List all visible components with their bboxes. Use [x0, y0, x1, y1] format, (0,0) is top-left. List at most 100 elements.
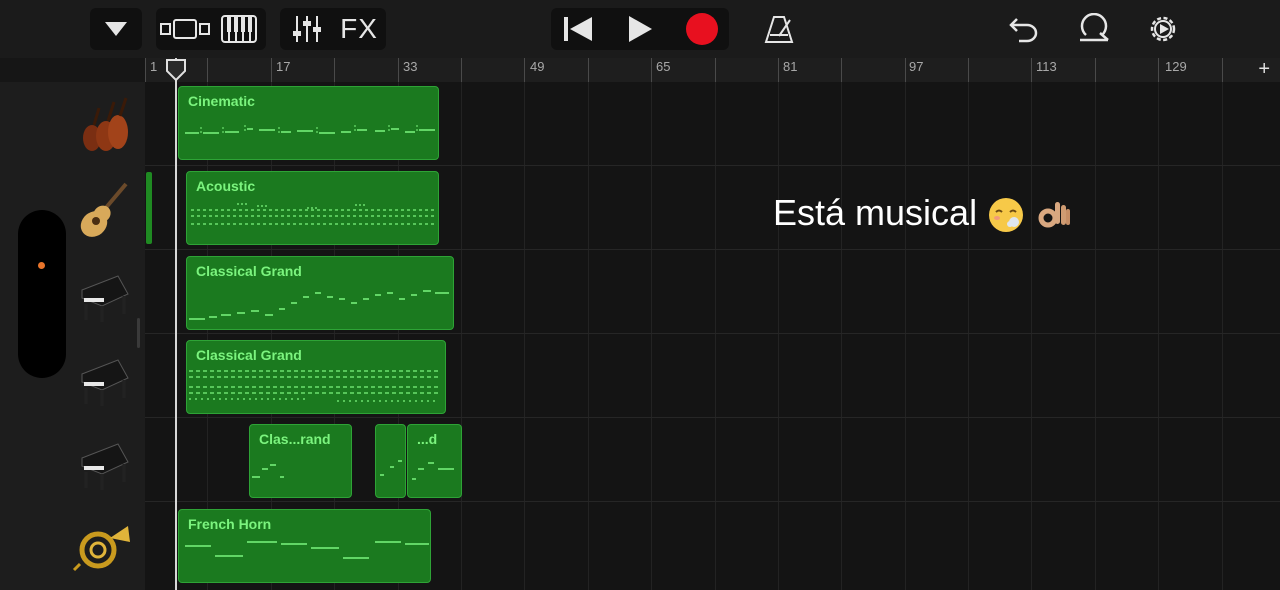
metronome-icon: [764, 16, 794, 43]
track-header-french-horn[interactable]: [0, 502, 145, 586]
tracks-view-button[interactable]: [158, 8, 212, 50]
ruler-label: 49: [530, 59, 545, 74]
mixer-button[interactable]: [282, 8, 332, 50]
midi-notes: [380, 460, 402, 476]
metronome-button[interactable]: [754, 8, 804, 50]
caption-text: Está musical: [773, 192, 978, 233]
grid-line: [1031, 82, 1032, 590]
midi-notes: [185, 125, 435, 135]
fx-button[interactable]: FX: [334, 8, 384, 50]
grid-line: [524, 82, 525, 590]
side-drawer-handle[interactable]: [18, 210, 66, 378]
ruler-label: 33: [403, 59, 418, 74]
ruler-tick: [968, 58, 969, 82]
gear-icon: [1150, 16, 1176, 42]
grand-piano-icon: [81, 443, 129, 490]
caption-overlay: Está musical: [773, 192, 1073, 234]
face-exhaling-icon: [989, 198, 1024, 233]
ruler-label: 65: [656, 59, 671, 74]
grid-line: [905, 82, 906, 590]
ruler-label: 97: [909, 59, 924, 74]
go-to-start-button[interactable]: [553, 8, 603, 50]
play-icon: [629, 16, 652, 42]
french-horn-icon: [72, 526, 130, 572]
track-header-classical-3[interactable]: [0, 418, 145, 502]
grid-line: [1095, 82, 1096, 590]
grid-line: [778, 82, 779, 590]
grid-line: [1158, 82, 1159, 590]
ruler-tick: [1158, 58, 1159, 82]
record-button[interactable]: [677, 8, 727, 50]
ruler-tick: [334, 58, 335, 82]
undo-button[interactable]: [1000, 8, 1048, 50]
lane-divider: [145, 249, 1280, 250]
play-button[interactable]: [615, 8, 665, 50]
midi-notes: [185, 541, 429, 559]
midi-notes: [191, 203, 435, 225]
record-icon: [686, 13, 718, 45]
region-acoustic[interactable]: Acoustic: [186, 171, 439, 245]
grid-line: [841, 82, 842, 590]
lane-divider: [145, 333, 1280, 334]
midi-notes: [412, 462, 454, 480]
lane-divider: [145, 501, 1280, 502]
ruler-label: 113: [1036, 59, 1057, 74]
ok-hand-icon: [1038, 202, 1071, 228]
skip-back-icon: [564, 17, 592, 41]
grid-line: [651, 82, 652, 590]
midi-notes: [189, 290, 449, 320]
region-classical-grand-2[interactable]: Classical Grand: [186, 340, 446, 414]
midi-notes: [252, 464, 284, 478]
ruler-tick: [207, 58, 208, 82]
region-classical-grand-3a[interactable]: Clas...rand: [249, 424, 352, 498]
browser-menu-button[interactable]: [90, 8, 142, 50]
ruler-label: 129: [1165, 59, 1187, 74]
timeline-ruler[interactable]: 1 17 33 49 65 81 97 113 129 +: [145, 58, 1280, 83]
grid-line: [461, 82, 462, 590]
undo-icon: [1009, 18, 1038, 43]
sliders-icon: [293, 16, 321, 42]
strings-icon: [83, 97, 128, 151]
ruler-tick: [651, 58, 652, 82]
region-edge-marker: [146, 172, 152, 244]
acoustic-guitar-icon: [80, 182, 128, 237]
ruler-tick: [1222, 58, 1223, 82]
midi-notes: [189, 370, 441, 402]
settings-button[interactable]: [1138, 8, 1188, 50]
region-classical-grand-3b[interactable]: [375, 424, 406, 498]
record-indicator-dot: [38, 262, 45, 269]
ruler-label: 81: [783, 59, 798, 74]
ruler-tick: [715, 58, 716, 82]
region-classical-grand-3c[interactable]: ...d: [407, 424, 462, 498]
control-bar: FX: [0, 0, 1280, 58]
ruler-tick: [461, 58, 462, 82]
triangle-down-icon: [105, 22, 127, 36]
add-section-button[interactable]: +: [1258, 58, 1270, 81]
ruler-label: 1: [150, 59, 158, 74]
grand-piano-icon: [81, 359, 129, 406]
track-header-cinematic[interactable]: [0, 82, 145, 166]
piano-keys-icon: [221, 15, 257, 43]
loop-browser-button[interactable]: [1068, 8, 1120, 50]
ruler-label: 17: [276, 59, 291, 74]
loop-icon: [1080, 13, 1109, 42]
playhead-line: [175, 58, 177, 590]
ruler-tick: [271, 58, 272, 82]
region-classical-grand-1[interactable]: Classical Grand: [186, 256, 454, 330]
playhead-handle[interactable]: [165, 59, 187, 81]
ruler-tick: [1031, 58, 1032, 82]
keyboard-button[interactable]: [214, 8, 264, 50]
ruler-tick: [524, 58, 525, 82]
ruler-tick: [588, 58, 589, 82]
region-cinematic[interactable]: Cinematic: [178, 86, 439, 160]
tracks-view-icon: [160, 19, 210, 39]
grid-line: [588, 82, 589, 590]
fx-label: FX: [340, 13, 378, 44]
ruler-tick: [778, 58, 779, 82]
region-french-horn[interactable]: French Horn: [178, 509, 431, 583]
lane-divider: [145, 417, 1280, 418]
ruler-tick: [1095, 58, 1096, 82]
ruler-tick: [145, 58, 146, 82]
header-resize-grip[interactable]: [137, 318, 140, 348]
grand-piano-icon: [81, 275, 129, 322]
